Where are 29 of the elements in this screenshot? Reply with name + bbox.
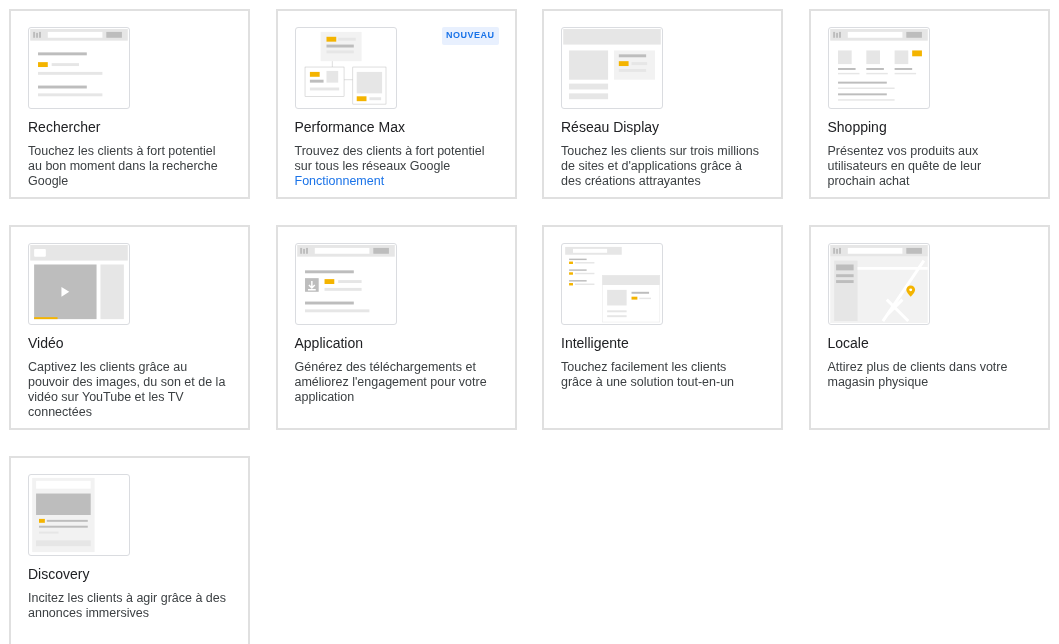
learn-more-link[interactable]: Fonctionnement: [294, 174, 385, 188]
card-description: Captivez les clients grâce au pouvoir des images, du son et de la vidéo sur YouTube et les TV connectées: [28, 360, 227, 420]
card-description: Touchez facilement les clients grâce à une solution tout-en-un: [561, 360, 736, 390]
card-description: Incitez les clients à agir grâce à des annonces immersives: [28, 591, 228, 621]
campaign-type-card[interactable]: Réseau Display Touchez les clients sur trois millions de sites et d'applications grâce à des créations attrayantes: [542, 9, 783, 199]
card-description: Générez des téléchargements et améliorez l'engagement pour votre application: [294, 360, 488, 405]
card-title: Rechercher: [28, 118, 102, 136]
campaign-type-card[interactable]: Discovery Incitez les clients à agir grâce à des annonces immersives: [9, 456, 250, 644]
card-description: Présentez vos produits aux utilisateurs en quête de leur prochain achat: [827, 144, 983, 189]
campaign-type-card[interactable]: Locale Attirez plus de clients dans votre magasin physique: [808, 225, 1050, 430]
card-title: Shopping: [827, 118, 888, 136]
card-description: Trouvez des clients à fort potentiel sur tous les réseaux Google Fonctionnement: [294, 144, 486, 189]
campaign-type-card[interactable]: Rechercher Touchez les clients à fort potentiel au bon moment dans la recherche Google: [9, 9, 250, 199]
card-title: Réseau Display: [561, 118, 661, 136]
card-description: Touchez les clients à fort potentiel au bon moment dans la recherche Google: [28, 144, 219, 189]
card-description: Attirez plus de clients dans votre magasin physique: [827, 360, 1009, 390]
card-description: Touchez les clients sur trois millions de sites et d'applications grâce à des créations attrayantes: [561, 144, 760, 189]
card-title: Application: [294, 334, 364, 352]
campaign-type-card[interactable]: Shopping Présentez vos produits aux utilisateurs en quête de leur prochain achat: [808, 9, 1050, 199]
new-badge: NOUVEAU: [442, 27, 499, 45]
card-title: Vidéo: [28, 334, 65, 352]
campaign-type-card[interactable]: Vidéo Captivez les clients grâce au pouvoir des images, du son et de la vidéo sur YouTube et les TV connectées: [9, 225, 250, 430]
card-title: Performance Max: [294, 118, 406, 136]
campaign-type-card[interactable]: Intelligente Touchez facilement les clients grâce à une solution tout-en-un: [542, 225, 783, 430]
campaign-type-card[interactable]: Application Générez des téléchargements et améliorez l'engagement pour votre application: [275, 225, 517, 430]
campaign-type-card[interactable]: NOUVEAU Performance Max Trouvez des clients à fort potentiel sur tous les réseaux Google Fonctionnement: [275, 9, 517, 199]
card-title: Intelligente: [561, 334, 630, 352]
card-title: Locale: [827, 334, 870, 352]
card-title: Discovery: [28, 565, 91, 583]
